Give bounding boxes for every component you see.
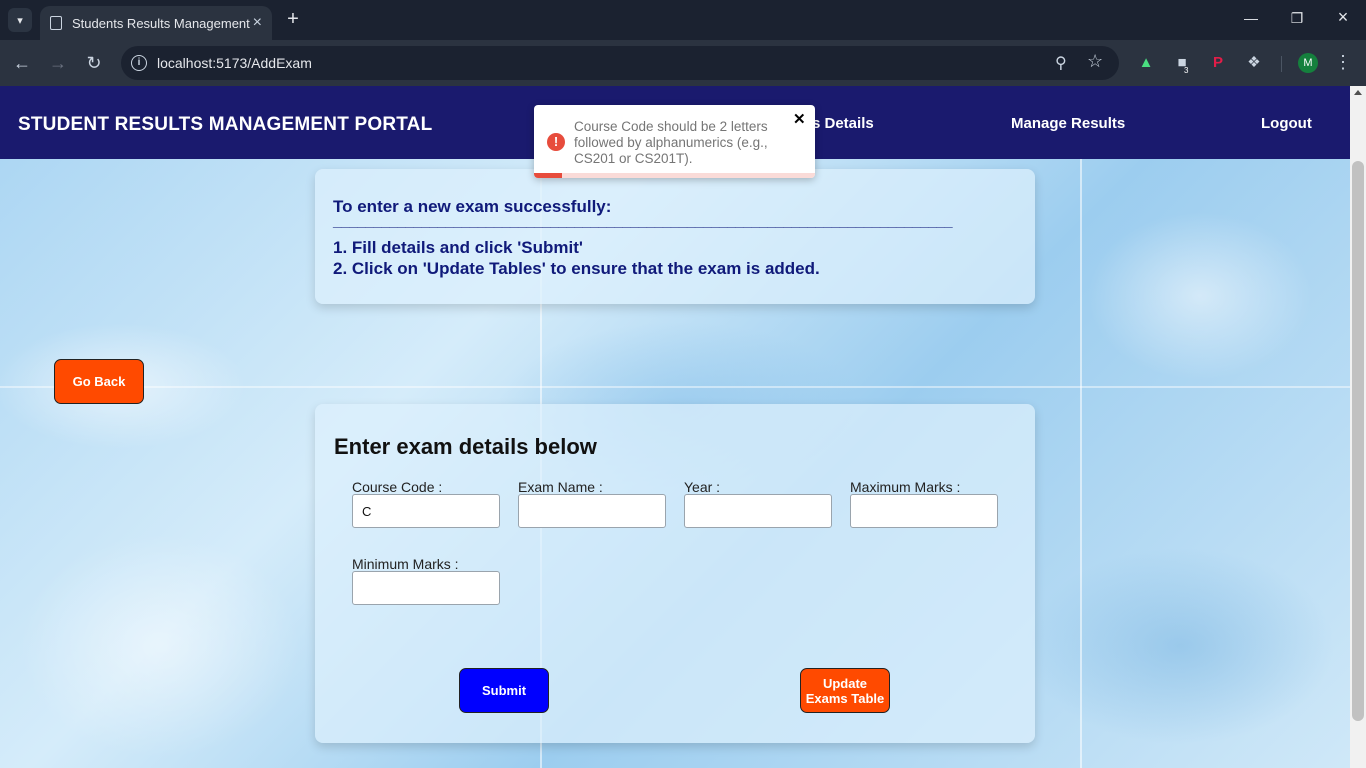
nav-link-manage-results[interactable]: Manage Results bbox=[1011, 115, 1125, 132]
tab-search-chevron-icon[interactable]: ▾ bbox=[8, 8, 32, 32]
scrollbar-thumb[interactable] bbox=[1352, 161, 1364, 721]
document-icon bbox=[50, 16, 62, 30]
update-button-line-2: Exams Table bbox=[805, 691, 885, 706]
extension-badge-count: 3 bbox=[1184, 66, 1189, 75]
browser-toolbar: ← → ↻ i localhost:5173/AddExam ⚲ ☆ ▲ ■ 3 … bbox=[0, 40, 1366, 86]
extension-badge-icon[interactable]: ■ 3 bbox=[1172, 53, 1192, 75]
year-input[interactable] bbox=[684, 494, 832, 528]
toolbar-divider bbox=[1281, 56, 1282, 72]
new-tab-plus-icon[interactable]: + bbox=[283, 8, 303, 31]
exam-name-input[interactable] bbox=[518, 494, 666, 528]
extensions-puzzle-icon[interactable]: ❖ bbox=[1244, 53, 1264, 73]
update-button-line-1: Update bbox=[822, 676, 868, 691]
submit-button[interactable]: Submit bbox=[459, 668, 549, 713]
instructions-card: To enter a new exam successfully: ______… bbox=[315, 169, 1035, 304]
exam-name-label: Exam Name : bbox=[518, 479, 603, 495]
back-arrow-icon[interactable]: ← bbox=[12, 53, 32, 73]
browser-menu-icon[interactable]: ⋮ bbox=[1334, 52, 1352, 73]
toast-progress-fill bbox=[534, 173, 563, 178]
maximum-marks-label: Maximum Marks : bbox=[850, 479, 961, 495]
toast-progress-bar bbox=[534, 173, 815, 178]
error-toast: ! Course Code should be 2 letters follow… bbox=[534, 105, 815, 178]
go-back-button[interactable]: Go Back bbox=[54, 359, 144, 404]
profile-avatar[interactable]: M bbox=[1298, 53, 1318, 73]
address-bar[interactable]: i localhost:5173/AddExam ⚲ ☆ bbox=[121, 46, 1119, 80]
instructions-divider: ________________________________________… bbox=[333, 213, 953, 230]
page-viewport: STUDENT RESULTS MANAGEMENT PORTAL s Deta… bbox=[0, 86, 1350, 768]
course-code-label: Course Code : bbox=[352, 479, 443, 495]
browser-tab-bar: ▾ Students Results Management Portal × +… bbox=[0, 0, 1366, 40]
page-scrollbar[interactable] bbox=[1350, 86, 1366, 768]
background-tile-edge bbox=[0, 386, 1350, 388]
instructions-step-2: 2. Click on 'Update Tables' to ensure th… bbox=[333, 259, 820, 278]
window-close-icon[interactable]: × bbox=[1333, 7, 1353, 28]
reload-icon[interactable]: ↻ bbox=[84, 53, 104, 73]
form-title: Enter exam details below bbox=[334, 434, 597, 459]
minimum-marks-label: Minimum Marks : bbox=[352, 556, 459, 572]
restore-icon[interactable]: ❐ bbox=[1287, 10, 1307, 27]
brand-title: STUDENT RESULTS MANAGEMENT PORTAL bbox=[18, 114, 433, 135]
tab-close-icon[interactable]: × bbox=[253, 14, 262, 32]
update-exams-table-button[interactable]: Update Exams Table bbox=[800, 668, 890, 713]
url-text[interactable]: localhost:5173/AddExam bbox=[157, 55, 312, 71]
bookmark-star-icon[interactable]: ☆ bbox=[1087, 51, 1103, 72]
error-icon: ! bbox=[547, 133, 565, 151]
toast-close-icon[interactable]: ✕ bbox=[793, 110, 806, 128]
minimize-icon[interactable]: — bbox=[1241, 10, 1261, 26]
background-tile-edge bbox=[1080, 86, 1082, 768]
zoom-icon[interactable]: ⚲ bbox=[1055, 53, 1067, 73]
nav-link-details[interactable]: s Details bbox=[812, 115, 874, 132]
pinterest-extension-icon[interactable]: P bbox=[1208, 53, 1228, 73]
browser-tab-active[interactable]: Students Results Management Portal × bbox=[40, 6, 272, 40]
nav-link-logout[interactable]: Logout bbox=[1261, 115, 1312, 132]
forward-arrow-icon[interactable]: → bbox=[48, 53, 68, 73]
instructions-step-1: 1. Fill details and click 'Submit' bbox=[333, 238, 583, 257]
scroll-up-arrow-icon[interactable] bbox=[1354, 90, 1362, 95]
exam-form-card: Enter exam details below Course Code : E… bbox=[315, 404, 1035, 743]
minimum-marks-input[interactable] bbox=[352, 571, 500, 605]
maximum-marks-input[interactable] bbox=[850, 494, 998, 528]
tree-extension-icon[interactable]: ▲ bbox=[1136, 53, 1156, 73]
toast-message: Course Code should be 2 letters followed… bbox=[574, 119, 768, 166]
course-code-input[interactable] bbox=[352, 494, 500, 528]
site-info-icon[interactable]: i bbox=[131, 55, 147, 71]
year-label: Year : bbox=[684, 479, 721, 495]
tab-title: Students Results Management Portal bbox=[72, 15, 252, 31]
